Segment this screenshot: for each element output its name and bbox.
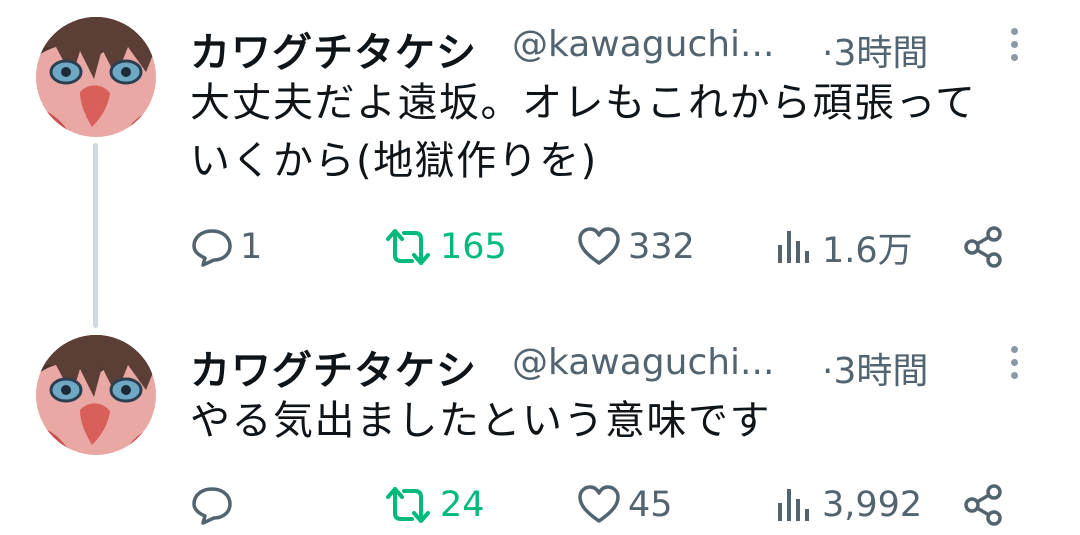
display-name[interactable]: カワグチタケシ — [190, 20, 477, 78]
tweet-text-line: いくから(地獄作りを) — [190, 138, 598, 184]
tweet[interactable]: カワグチタケシ @kawaguchi... ·3時間 やる気出ましたという意味で… — [0, 318, 1080, 535]
timestamp[interactable]: ·3時間 — [822, 342, 928, 394]
share-icon — [964, 484, 1002, 526]
reply-bubble-icon — [192, 229, 232, 267]
like-count: 332 — [628, 227, 695, 267]
view-count: 1.6万 — [822, 230, 913, 271]
retweet-icon — [386, 229, 430, 265]
view-count: 3,992 — [822, 485, 923, 525]
share-icon — [964, 226, 1002, 268]
like-button[interactable]: 45 — [576, 480, 673, 530]
retweet-count: 165 — [440, 227, 507, 267]
tweet-text: 大丈夫だよ遠坂。オレもこれから頑張って いくから(地獄作りを) — [190, 74, 1050, 190]
reply-button[interactable]: 1 — [190, 222, 262, 272]
retweet-button[interactable]: 165 — [382, 222, 507, 272]
reply-button[interactable] — [190, 480, 240, 530]
share-button[interactable] — [960, 222, 1006, 272]
views-button[interactable]: 1.6万 — [772, 222, 913, 272]
more-options-icon[interactable] — [1002, 346, 1026, 386]
like-button[interactable]: 332 — [576, 222, 695, 272]
action-bar: 24 45 3,992 — [190, 480, 1020, 530]
heart-icon — [578, 485, 620, 523]
avatar[interactable] — [36, 17, 156, 137]
avatar[interactable] — [36, 335, 156, 455]
views-button[interactable]: 3,992 — [772, 480, 922, 530]
tweet-text: やる気出ましたという意味です — [190, 392, 1050, 450]
tweet-text-line: やる気出ましたという意味です — [190, 398, 771, 444]
views-bar-chart-icon — [778, 489, 809, 521]
action-bar: 1 165 332 1.6万 — [190, 222, 1020, 272]
views-bar-chart-icon — [778, 231, 809, 263]
like-count: 45 — [628, 485, 673, 525]
share-button[interactable] — [960, 480, 1006, 530]
user-handle[interactable]: @kawaguchi... — [512, 24, 774, 65]
tweet-header: カワグチタケシ @kawaguchi... ·3時間 — [190, 332, 1040, 394]
tweet-header: カワグチタケシ @kawaguchi... ·3時間 — [190, 14, 1040, 76]
more-options-icon[interactable] — [1002, 28, 1026, 68]
reply-bubble-icon — [192, 487, 232, 525]
display-name[interactable]: カワグチタケシ — [190, 338, 477, 396]
retweet-count: 24 — [440, 485, 485, 525]
reply-count: 1 — [240, 227, 263, 267]
timestamp[interactable]: ·3時間 — [822, 24, 928, 76]
retweet-icon — [386, 487, 430, 523]
retweet-button[interactable]: 24 — [382, 480, 485, 530]
heart-icon — [578, 227, 620, 265]
tweet-text-line: 大丈夫だよ遠坂。オレもこれから頑張って — [190, 80, 977, 126]
tweet[interactable]: カワグチタケシ @kawaguchi... ·3時間 大丈夫だよ遠坂。オレもこれ… — [0, 0, 1080, 300]
user-handle[interactable]: @kawaguchi... — [512, 342, 774, 383]
